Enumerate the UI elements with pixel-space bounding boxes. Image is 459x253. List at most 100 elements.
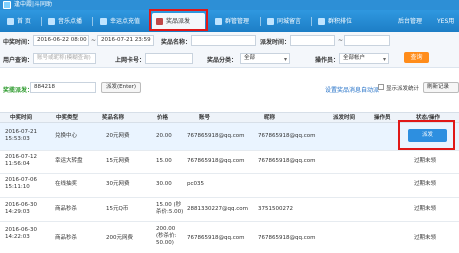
cell-status: 过期未领 [414, 181, 437, 187]
tab-music[interactable]: 音乐点播 [44, 13, 82, 30]
app-logo-icon [3, 1, 11, 9]
query-button[interactable]: 查询 [404, 52, 429, 63]
col-header[interactable]: 昵称 [264, 113, 275, 123]
range-separator: ~ [91, 37, 97, 44]
cell-account: 767865918@qq.com [187, 235, 245, 241]
cell-type: 商品秒杀 [55, 206, 78, 212]
points-icon [100, 18, 107, 25]
show-stats-label: 显示派发统计 [386, 86, 420, 92]
cell-type: 商品秒杀 [55, 235, 78, 241]
cell-nickname: 767865918@qq.com [258, 133, 316, 139]
cell-win-time: 2016-07-12 11:56:04 [5, 154, 37, 167]
user-label[interactable]: YES用 [437, 13, 454, 30]
dispatch-time-start-input[interactable] [290, 35, 335, 46]
col-header[interactable]: 操作员 [374, 113, 391, 123]
cell-price: 20.00 [156, 133, 172, 139]
operator-label: 操作员： [315, 57, 340, 64]
chevron-down-icon: ▾ [283, 56, 287, 63]
dispatch-action-row: 奖揽派发： 884218 派发(Enter) 设置奖品消息自动派 显示派发统计 … [0, 79, 459, 99]
operator-value: 全部帐户 [343, 55, 366, 61]
tab-points-recharge[interactable]: 幸运点充值 [96, 13, 140, 30]
cell-status: 过期未领 [414, 206, 437, 212]
tab-ranking[interactable]: 群积排位 [314, 13, 352, 30]
cell-account: 767865918@qq.com [187, 158, 245, 164]
col-header[interactable]: 派发时间 [333, 113, 355, 123]
refresh-records-button[interactable]: 刷新记录 [423, 82, 459, 93]
order-no-input[interactable] [145, 53, 193, 64]
tab-label: 幸运点充值 [110, 18, 141, 25]
prize-type-value: 全部 [244, 55, 256, 61]
auto-dispatch-link[interactable]: 设置奖品消息自动派 [325, 85, 379, 94]
cell-type: 在线抽奖 [55, 181, 78, 187]
show-stats-checkbox[interactable] [378, 84, 384, 90]
user-query-label: 用户查询： [3, 57, 34, 64]
tab-home[interactable]: 首 页 [3, 13, 31, 30]
ranking-icon [318, 18, 325, 25]
cell-nickname: 3751500272 [258, 206, 293, 212]
dispatch-enter-button[interactable]: 派发(Enter) [101, 82, 141, 93]
table-header: 中奖时间 中奖类型 奖品名称 价格 账号 昵称 派发时间 操作员 状态/操作 [0, 112, 459, 123]
cell-price: 15.00 (秒 杀价:5.00) [156, 202, 184, 215]
admin-link[interactable]: 后台管理 [398, 13, 422, 30]
cell-account: 767865918@qq.com [187, 133, 245, 139]
app-title: 逢中霞|斗同助 [14, 1, 53, 8]
group-icon [215, 18, 222, 25]
cell-win-time: 2016-07-06 15:11:10 [5, 177, 37, 190]
home-icon [7, 18, 14, 25]
win-time-start-input[interactable]: 2016-06-22 08:00 [33, 35, 89, 46]
cell-win-time: 2016-07-21 15:53:03 [5, 129, 37, 142]
cell-nickname: 767865918@qq.com [258, 158, 316, 164]
dispatch-highlight-box [398, 120, 455, 150]
dispatch-time-end-input[interactable] [344, 35, 390, 46]
user-query-input[interactable]: 账号或昵称(模糊查询) [33, 53, 96, 64]
cell-prize: 200元网费 [106, 235, 133, 241]
main-nav: 首 页 音乐点播 幸运点充值 奖品派发 群管管理 同城留言 群积排位 后台管理 … [0, 10, 459, 32]
cell-win-time: 2016-06-30 14:22:03 [5, 227, 37, 240]
col-header[interactable]: 奖品名称 [102, 113, 124, 123]
cell-win-time: 2016-06-30 14:29:03 [5, 202, 37, 215]
dispatch-time-label: 派发时间： [260, 39, 291, 46]
tab-label: 音乐点播 [58, 18, 83, 25]
tab-city-message[interactable]: 同城留言 [263, 13, 301, 30]
cell-type: 幸运大转盘 [55, 158, 83, 164]
cell-account: 2881330227@qq.com [187, 206, 248, 212]
nav-divider [260, 17, 261, 26]
cell-nickname: 767865918@qq.com [258, 235, 316, 241]
quick-dispatch-label: 奖揽派发： [3, 87, 34, 94]
col-header[interactable]: 账号 [199, 113, 210, 123]
dispatch-code-input[interactable]: 884218 [30, 82, 96, 93]
cell-prize: 20元网费 [106, 133, 130, 139]
dispatch-range-separator: ~ [338, 37, 344, 44]
tab-group-manage[interactable]: 群管管理 [211, 13, 249, 30]
cell-status: 过期未领 [414, 158, 437, 164]
tab-highlight-box [149, 9, 208, 31]
cell-price: 30.00 [156, 181, 172, 187]
music-icon [48, 18, 55, 25]
cell-status: 过期未领 [414, 235, 437, 241]
col-header[interactable]: 中奖时间 [10, 113, 32, 123]
prize-name-input[interactable] [191, 35, 256, 46]
prize-name-label: 奖品名称： [161, 39, 192, 46]
nav-divider [41, 17, 42, 26]
cell-prize: 15元Q币 [106, 206, 129, 212]
tab-label: 群管管理 [225, 18, 250, 25]
chevron-down-icon: ▾ [382, 56, 386, 63]
cell-price: 15.00 [156, 158, 172, 164]
prize-type-select[interactable]: 全部 ▾ [240, 53, 290, 64]
cell-prize: 15元网费 [106, 158, 130, 164]
operator-select[interactable]: 全部帐户 ▾ [339, 53, 389, 64]
cell-price: 200.00 (秒杀价: 50.00) [156, 226, 177, 246]
win-time-end-input[interactable]: 2016-07-21 23:59 [97, 35, 154, 46]
prize-type-label: 奖品分类： [207, 57, 238, 64]
tab-label: 首 页 [17, 18, 31, 25]
col-header[interactable]: 价格 [157, 113, 168, 123]
cell-prize: 30元网费 [106, 181, 130, 187]
nav-divider [92, 17, 93, 26]
win-time-label: 中奖时间： [3, 39, 34, 46]
title-bar: 逢中霞|斗同助 [0, 0, 459, 10]
cell-type: 兑换中心 [55, 133, 78, 139]
col-header[interactable]: 中奖类型 [56, 113, 78, 123]
cell-account: pc035 [187, 181, 205, 187]
tab-label: 群积排位 [328, 18, 353, 25]
message-icon [267, 18, 274, 25]
